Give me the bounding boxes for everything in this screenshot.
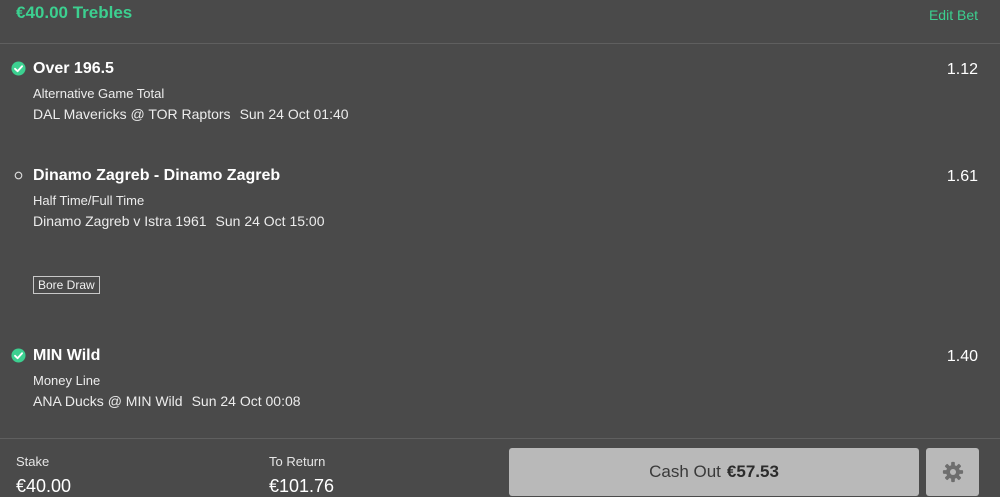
stake-label: Stake	[16, 454, 50, 469]
check-circle-icon	[11, 61, 26, 76]
edit-bet-link[interactable]: Edit Bet	[929, 7, 978, 23]
event-name: Dinamo Zagreb v Istra 1961	[33, 213, 207, 229]
event-time: Sun 24 Oct 00:08	[191, 393, 301, 409]
event-name: DAL Mavericks @ TOR Raptors	[33, 106, 231, 122]
selection-market: Money Line	[33, 373, 101, 388]
gear-icon	[942, 461, 963, 483]
selection-odds: 1.12	[946, 61, 978, 78]
pending-circle-icon	[14, 171, 23, 180]
selection-name: Over 196.5	[33, 60, 114, 77]
selection-market: Alternative Game Total	[33, 86, 165, 101]
check-circle-icon	[11, 348, 26, 363]
bet-header: €40.00 Trebles Edit Bet	[0, 0, 1000, 44]
cash-out-settings-button[interactable]	[926, 448, 979, 496]
bore-draw-tag: Bore Draw	[33, 276, 100, 294]
cash-out-amount: €57.53	[726, 462, 779, 481]
selection-odds: 1.61	[946, 168, 978, 185]
to-return-label: To Return	[269, 454, 326, 469]
cash-out-label: Cash Out	[649, 462, 721, 481]
bet-footer: Stake €40.00 To Return €101.76 Cash Out …	[0, 438, 1000, 497]
selection-name: Dinamo Zagreb - Dinamo Zagreb	[33, 167, 281, 184]
event-name: ANA Ducks @ MIN Wild	[33, 393, 183, 409]
cash-out-button[interactable]: Cash Out €57.53	[509, 448, 919, 496]
selection-event: DAL Mavericks @ TOR Raptors Sun 24 Oct 01…	[33, 106, 349, 122]
bet-title: €40.00 Trebles	[16, 3, 133, 22]
event-time: Sun 24 Oct 15:00	[215, 213, 325, 229]
selection-market: Half Time/Full Time	[33, 193, 145, 208]
stake-value: €40.00	[16, 476, 72, 496]
selection-name: MIN Wild	[33, 347, 101, 364]
selection-odds: 1.40	[946, 348, 978, 365]
event-time: Sun 24 Oct 01:40	[239, 106, 349, 122]
to-return-value: €101.76	[269, 476, 335, 496]
selection-event: Dinamo Zagreb v Istra 1961 Sun 24 Oct 15:…	[33, 213, 325, 229]
selection-event: ANA Ducks @ MIN Wild Sun 24 Oct 00:08	[33, 393, 301, 409]
